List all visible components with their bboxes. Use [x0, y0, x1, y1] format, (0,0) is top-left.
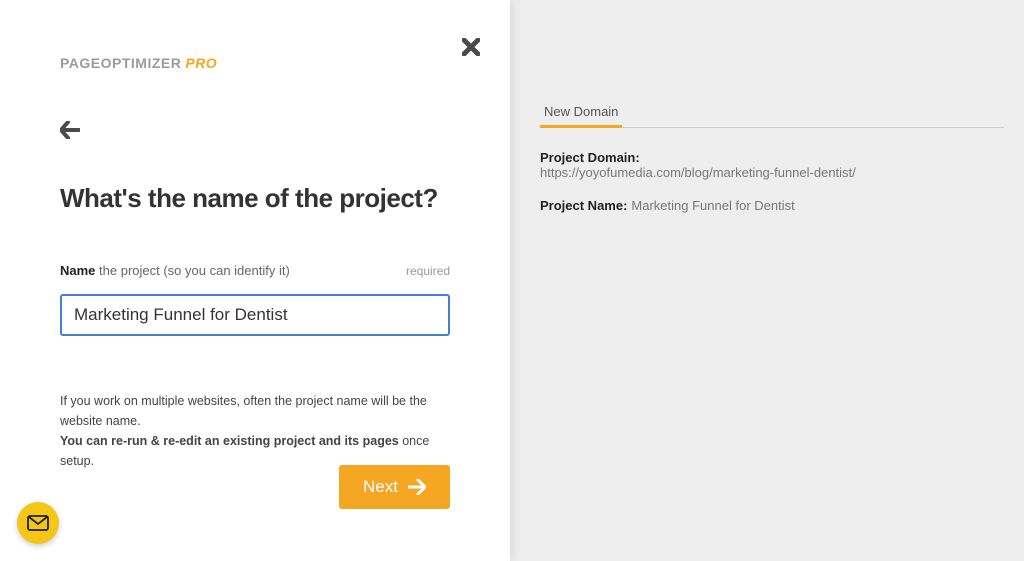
project-name-input[interactable] [60, 294, 450, 336]
help-text: If you work on multiple websites, often … [60, 391, 450, 471]
project-domain-label: Project Domain: [540, 150, 1004, 165]
tabs-row: New Domain [540, 98, 1004, 128]
project-name-value: Marketing Funnel for Dentist [631, 198, 794, 213]
arrow-left-icon [60, 121, 80, 139]
summary-panel: New Domain Project Domain: https://yoyof… [540, 98, 1004, 231]
required-indicator: required [406, 264, 450, 278]
project-domain-block: Project Domain: https://yoyofumedia.com/… [540, 150, 1004, 180]
close-icon [462, 38, 480, 56]
tab-new-domain[interactable]: New Domain [540, 98, 622, 128]
field-label-row: Name the project (so you can identify it… [60, 262, 450, 280]
next-button[interactable]: Next [339, 465, 450, 509]
arrow-right-icon [408, 479, 426, 495]
next-button-label: Next [363, 477, 398, 497]
back-button[interactable] [60, 121, 80, 145]
project-name-label: Project Name: [540, 198, 627, 213]
close-button[interactable] [462, 35, 480, 63]
mail-icon [27, 515, 49, 531]
project-domain-value: https://yoyofumedia.com/blog/marketing-f… [540, 165, 1004, 180]
field-label-strong: Name [60, 263, 95, 278]
project-name-block: Project Name: Marketing Funnel for Denti… [540, 198, 1004, 213]
help-line-1: If you work on multiple websites, often … [60, 391, 450, 431]
field-label: Name the project (so you can identify it… [60, 262, 290, 280]
logo-pro-text: PRO [185, 55, 217, 71]
help-line-2-bold: You can re-run & re-edit an existing pro… [60, 434, 399, 448]
field-label-note: the project (so you can identify it) [95, 263, 289, 278]
logo: PAGEOPTIMIZER PRO [60, 55, 450, 71]
modal-panel: PAGEOPTIMIZER PRO What's the name of the… [0, 0, 510, 561]
page-title: What's the name of the project? [60, 183, 450, 214]
logo-main-text: PAGEOPTIMIZER [60, 55, 181, 71]
mail-fab-button[interactable] [17, 502, 59, 544]
